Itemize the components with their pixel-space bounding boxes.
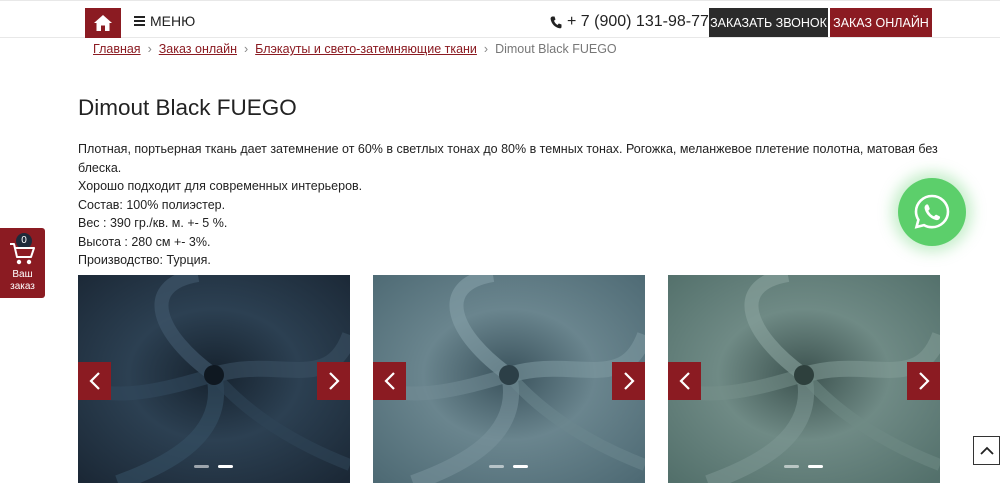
slider-next-button[interactable] — [612, 362, 645, 400]
scroll-to-top-button[interactable] — [973, 436, 1000, 465]
slider-prev-button[interactable] — [78, 362, 111, 400]
slider-dot-active[interactable] — [513, 465, 528, 468]
product-description: Плотная, портьерная ткань дает затемнени… — [78, 140, 948, 270]
chevron-left-icon — [678, 372, 690, 390]
slider-prev-button[interactable] — [668, 362, 701, 400]
slider-dot[interactable] — [784, 465, 799, 468]
slider-next-button[interactable] — [907, 362, 940, 400]
page-title: Dimout Black FUEGO — [78, 95, 297, 120]
top-header: МЕНЮ + 7 (900) 131-98-77 ЗАКАЗАТЬ ЗВОНОК… — [0, 0, 1000, 38]
fabric-slider-2[interactable] — [373, 275, 645, 483]
breadcrumb-current: Dimout Black FUEGO — [495, 42, 617, 56]
fabric-slider-3[interactable] — [668, 275, 940, 483]
breadcrumb-separator: › — [244, 42, 249, 56]
slider-next-button[interactable] — [317, 362, 350, 400]
breadcrumb-category[interactable]: Блэкауты и свето-затемняющие ткани — [255, 42, 477, 56]
fabric-image — [373, 275, 645, 483]
chevron-left-icon — [383, 372, 395, 390]
home-icon — [94, 15, 112, 31]
shopping-cart-icon — [10, 243, 35, 265]
chevron-right-icon — [328, 372, 340, 390]
cart-label-line: Ваш — [12, 269, 33, 280]
chevron-up-icon — [979, 446, 994, 455]
whatsapp-icon — [914, 194, 950, 229]
description-line: Плотная, портьерная ткань дает затемнени… — [78, 142, 938, 175]
chevron-right-icon — [623, 372, 635, 390]
description-line: Высота : 280 см +- 3%. — [78, 234, 211, 249]
slider-dot-active[interactable] — [218, 465, 233, 468]
slider-dot-active[interactable] — [808, 465, 823, 468]
chevron-left-icon — [88, 372, 100, 390]
phone-number: + 7 (900) 131-98-77 — [567, 13, 709, 30]
breadcrumb-separator: › — [147, 42, 152, 56]
menu-label: МЕНЮ — [150, 13, 196, 29]
request-call-button[interactable]: ЗАКАЗАТЬ ЗВОНОК — [709, 8, 828, 37]
breadcrumb-separator: › — [483, 42, 489, 56]
description-line: Вес : 390 гр./кв. м. +- 5 %. — [78, 216, 228, 230]
fabric-image — [78, 275, 350, 483]
menu-button[interactable]: МЕНЮ — [134, 13, 195, 29]
chevron-right-icon — [918, 372, 930, 390]
cart-widget[interactable]: 0 Ваш заказ — [0, 228, 45, 298]
fabric-image — [668, 275, 940, 483]
fabric-slider-1[interactable] — [78, 275, 350, 483]
slider-dots — [194, 465, 233, 468]
order-online-button[interactable]: ЗАКАЗ ОНЛАЙН — [830, 8, 932, 37]
slider-dots — [784, 465, 823, 468]
slider-dot[interactable] — [489, 465, 504, 468]
cart-label: Ваш заказ — [0, 269, 45, 293]
phone-icon — [550, 16, 562, 28]
cart-label-line: заказ — [10, 281, 35, 292]
slider-dots — [489, 465, 528, 468]
hamburger-icon — [134, 16, 145, 26]
phone-link[interactable]: + 7 (900) 131-98-77 — [550, 13, 709, 31]
breadcrumb: Главная › Заказ онлайн › Блэкауты и свет… — [93, 42, 617, 56]
whatsapp-button[interactable] — [898, 178, 966, 246]
slider-dot[interactable] — [194, 465, 209, 468]
slider-prev-button[interactable] — [373, 362, 406, 400]
description-line: Состав: 100% полиэстер. — [78, 197, 226, 212]
description-line: Хорошо подходит для современных интерьер… — [78, 179, 363, 193]
home-button[interactable] — [85, 8, 121, 38]
breadcrumb-order-online[interactable]: Заказ онлайн — [159, 42, 237, 56]
breadcrumb-home[interactable]: Главная — [93, 42, 141, 56]
description-line: Производство: Турция. — [78, 253, 211, 267]
